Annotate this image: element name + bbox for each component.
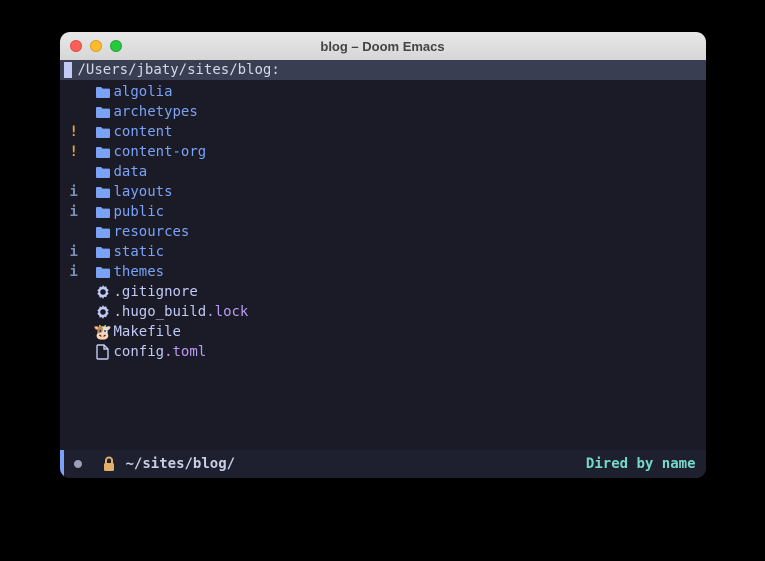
gutter-mark: i <box>70 204 82 220</box>
gutter-mark: ! <box>70 124 82 140</box>
entry-name: themes <box>114 264 165 280</box>
folder-icon <box>92 205 114 219</box>
entry-name: .gitignore <box>114 284 198 300</box>
entry-name: public <box>114 204 165 220</box>
entry-name: archetypes <box>114 104 198 120</box>
entry-name: algolia <box>114 84 173 100</box>
entry-extension: .lock <box>206 304 248 320</box>
modeline-mode: Dired by name <box>586 456 696 472</box>
buffer-area: /Users/jbaty/sites/blog: algolia archetyp… <box>60 60 706 478</box>
file-icon <box>92 344 114 360</box>
modeline-path: ~/sites/blog/ <box>126 456 236 472</box>
dired-entry[interactable]: algolia <box>60 82 706 102</box>
dired-entry[interactable]: archetypes <box>60 102 706 122</box>
dired-entry[interactable]: 🐮Makefile <box>60 322 706 342</box>
lock-icon <box>102 456 116 472</box>
dired-listing: algolia archetypes! content! content-org dat… <box>60 80 706 362</box>
folder-icon <box>92 185 114 199</box>
dired-entry[interactable]: ! content-org <box>60 142 706 162</box>
entry-name: Makefile <box>114 324 181 340</box>
folder-icon <box>92 125 114 139</box>
gutter-mark: i <box>70 244 82 260</box>
folder-icon <box>92 265 114 279</box>
entry-name: content <box>114 124 173 140</box>
dired-entry[interactable]: .hugo_build.lock <box>60 302 706 322</box>
folder-icon <box>92 145 114 159</box>
titlebar: blog – Doom Emacs <box>60 32 706 60</box>
dired-entry[interactable]: .gitignore <box>60 282 706 302</box>
emacs-window: blog – Doom Emacs /Users/jbaty/sites/blo… <box>60 32 706 478</box>
dired-entry[interactable]: config.toml <box>60 342 706 362</box>
gutter-mark: i <box>70 264 82 280</box>
gutter-mark: i <box>70 184 82 200</box>
dired-entry[interactable]: i public <box>60 202 706 222</box>
modeline: ~/sites/blog/ Dired by name <box>60 450 706 478</box>
dired-entry[interactable]: i static <box>60 242 706 262</box>
entry-extension: .toml <box>164 344 206 360</box>
dired-entry[interactable]: i themes <box>60 262 706 282</box>
maximize-window-button[interactable] <box>110 40 122 52</box>
entry-name: .hugo_build <box>114 304 207 320</box>
buffer-state-indicator <box>74 460 82 468</box>
folder-icon <box>92 225 114 239</box>
folder-icon <box>92 105 114 119</box>
entry-name: content-org <box>114 144 207 160</box>
dired-entry[interactable]: resources <box>60 222 706 242</box>
entry-name: data <box>114 164 148 180</box>
window-title: blog – Doom Emacs <box>60 39 706 54</box>
gear-icon <box>92 304 114 320</box>
gear-icon <box>92 284 114 300</box>
folder-icon <box>92 85 114 99</box>
entry-name: static <box>114 244 165 260</box>
gutter-mark: ! <box>70 144 82 160</box>
traffic-lights <box>70 40 122 52</box>
entry-name: resources <box>114 224 190 240</box>
dired-entry[interactable]: ! content <box>60 122 706 142</box>
minimize-window-button[interactable] <box>90 40 102 52</box>
dired-header: /Users/jbaty/sites/blog: <box>60 60 706 80</box>
entry-name: config <box>114 344 165 360</box>
entry-name: layouts <box>114 184 173 200</box>
close-window-button[interactable] <box>70 40 82 52</box>
folder-icon <box>92 245 114 259</box>
dired-path: /Users/jbaty/sites/blog: <box>78 62 280 78</box>
gnu-icon: 🐮 <box>92 325 114 340</box>
dired-entry[interactable]: i layouts <box>60 182 706 202</box>
folder-icon <box>92 165 114 179</box>
dired-entry[interactable]: data <box>60 162 706 182</box>
cursor-block <box>64 62 72 78</box>
